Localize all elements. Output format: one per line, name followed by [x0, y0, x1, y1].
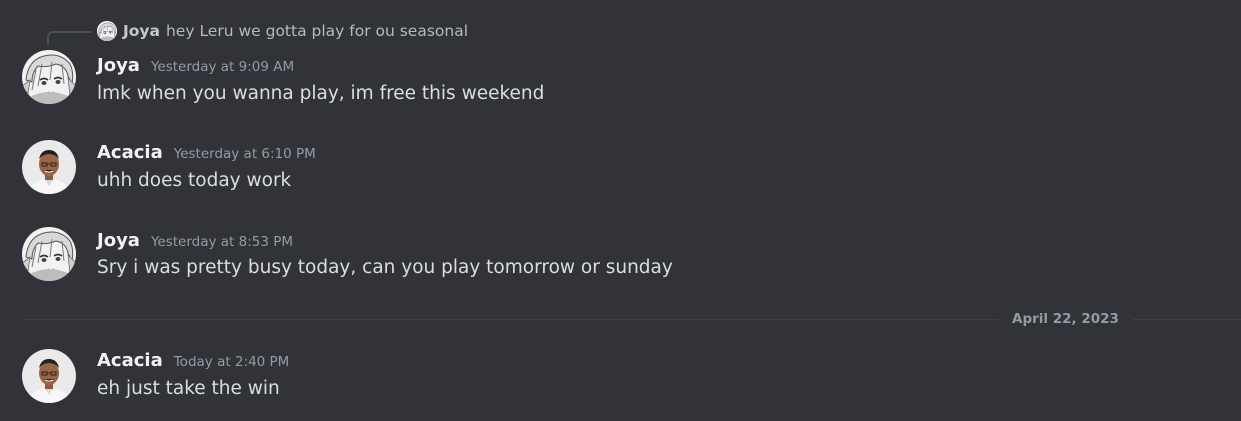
- username[interactable]: Joya: [97, 55, 140, 76]
- message-text: uhh does today work: [97, 170, 292, 191]
- message-text: Sry i was pretty busy today, can you pla…: [97, 257, 673, 278]
- timestamp: Yesterday at 8:53 PM: [150, 234, 294, 250]
- message-header: Acacia Today at 2:40 PM: [97, 350, 289, 372]
- message-text: lmk when you wanna play, im free this we…: [97, 83, 545, 104]
- message-header: Joya Yesterday at 9:09 AM: [97, 55, 294, 77]
- username[interactable]: Acacia: [97, 350, 163, 371]
- avatar[interactable]: [22, 349, 76, 403]
- timestamp: Yesterday at 9:09 AM: [150, 59, 295, 75]
- avatar[interactable]: [22, 227, 76, 281]
- timestamp: Today at 2:40 PM: [173, 354, 290, 370]
- username[interactable]: Joya: [97, 230, 140, 251]
- avatar[interactable]: [22, 140, 76, 194]
- chat-message-list: Joya hey Leru we gotta play for ou seaso…: [0, 0, 1241, 421]
- reply-username[interactable]: Joya: [123, 22, 160, 40]
- reply-connector-line: [47, 31, 91, 45]
- date-divider-label: April 22, 2023: [998, 310, 1133, 328]
- reply-text[interactable]: hey Leru we gotta play for ou seasonal: [166, 22, 468, 40]
- username[interactable]: Acacia: [97, 142, 163, 163]
- timestamp: Yesterday at 6:10 PM: [173, 146, 316, 162]
- avatar[interactable]: [22, 50, 76, 104]
- reply-preview[interactable]: Joya hey Leru we gotta play for ou seaso…: [97, 21, 468, 41]
- message-header: Acacia Yesterday at 6:10 PM: [97, 142, 316, 164]
- message-text: eh just take the win: [97, 378, 280, 399]
- message-header: Joya Yesterday at 8:53 PM: [97, 230, 293, 252]
- reply-avatar-icon: [97, 21, 117, 41]
